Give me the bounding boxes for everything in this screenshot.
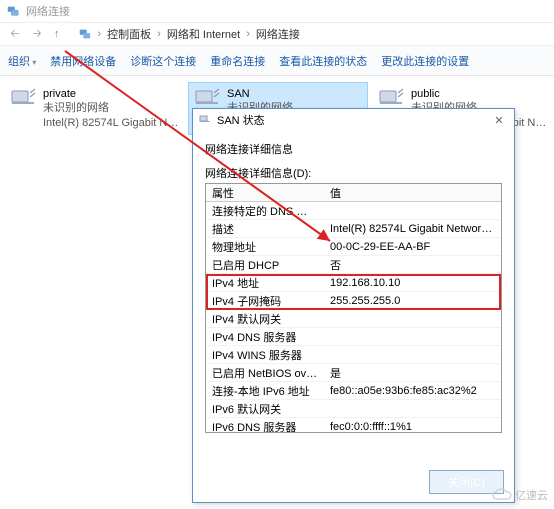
cell-value: 00-0C-29-EE-AA-BF [324,241,501,253]
toolbar: 组织 禁用网络设备 诊断这个连接 重命名连接 查看此连接的状态 更改此连接的设置 [0,46,554,76]
toolbar-rename[interactable]: 重命名连接 [210,53,265,69]
cell-property: 连接特定的 DNS 后缀 [206,203,324,219]
breadcrumb-icon [78,27,92,41]
toolbar-diagnose[interactable]: 诊断这个连接 [130,53,196,69]
details-grid: 属性 值 连接特定的 DNS 后缀描述Intel(R) 82574L Gigab… [205,183,502,433]
table-row[interactable]: 连接-本地 IPv6 地址fe80::a05e:93b6:fe85:ac32%2 [206,382,501,400]
close-icon[interactable]: ✕ [490,111,508,129]
cell-property: IPv6 DNS 服务器 [206,419,324,434]
cell-property: IPv4 地址 [206,275,324,291]
dialog-icon [199,114,211,126]
connection-status: 未识别的网络 [43,101,179,115]
network-icon [6,4,20,18]
watermark: 亿速云 [491,487,548,503]
breadcrumb-sep: › [155,28,163,40]
cell-property: IPv4 DNS 服务器 [206,329,324,345]
table-row[interactable]: IPv4 默认网关 [206,310,501,328]
col-value: 值 [324,185,501,201]
cell-value: fec0:0:0:ffff::1%1 [324,421,501,433]
cell-property: IPv4 子网掩码 [206,293,324,309]
table-row[interactable]: IPv6 默认网关 [206,400,501,418]
table-row[interactable]: 连接特定的 DNS 后缀 [206,202,501,220]
breadcrumb: 🡠 🡢 ↑ › 控制面板 › 网络和 Internet › 网络连接 [0,22,554,46]
toolbar-disable[interactable]: 禁用网络设备 [50,53,116,69]
cell-value: 否 [324,257,501,273]
breadcrumb-seg[interactable]: 网络和 Internet [167,26,240,42]
cell-property: 已启用 NetBIOS over Tcpip [206,365,324,381]
table-row[interactable]: IPv4 地址192.168.10.10 [206,274,501,292]
table-row[interactable]: 物理地址00-0C-29-EE-AA-BF [206,238,501,256]
table-row[interactable]: IPv6 DNS 服务器fec0:0:0:ffff::1%1 [206,418,501,433]
table-row[interactable]: IPv4 WINS 服务器 [206,346,501,364]
breadcrumb-sep: › [244,28,252,40]
col-property: 属性 [206,185,324,201]
dialog-title: SAN 状态 [217,112,265,128]
cell-value: 255.255.255.0 [324,295,501,307]
table-row[interactable]: 已启用 DHCP否 [206,256,501,274]
connection-adapter: Intel(R) 82574L Gigabit Netwo... [43,116,179,130]
table-row[interactable]: IPv4 DNS 服务器 [206,328,501,346]
connection-name: public [411,87,547,101]
toolbar-status[interactable]: 查看此连接的状态 [279,53,367,69]
cell-value: Intel(R) 82574L Gigabit Network Connect [324,223,501,235]
window-title: 网络连接 [26,3,70,19]
dialog-title-bar: SAN 状态 ✕ [193,109,514,131]
dialog-subheading: 网络连接详细信息(D): [205,165,502,181]
cell-value: fe80::a05e:93b6:fe85:ac32%2 [324,385,501,397]
cell-property: IPv6 默认网关 [206,401,324,417]
cell-property: 物理地址 [206,239,324,255]
nav-back-button[interactable]: 🡠 [6,25,24,43]
status-dialog: SAN 状态 ✕ 网络连接详细信息 网络连接详细信息(D): 属性 值 连接特定… [192,108,515,503]
connection-name: SAN [227,87,363,101]
cell-property: 已启用 DHCP [206,257,324,273]
toolbar-change[interactable]: 更改此连接的设置 [381,53,469,69]
grid-header: 属性 值 [206,184,501,202]
connection-item-private[interactable]: private 未识别的网络 Intel(R) 82574L Gigabit N… [4,82,184,135]
cloud-icon [491,488,513,502]
window-title-bar: 网络连接 [0,0,554,22]
dialog-heading: 网络连接详细信息 [205,141,502,157]
cell-property: IPv4 WINS 服务器 [206,347,324,363]
connection-name: private [43,87,179,101]
watermark-text: 亿速云 [515,487,548,503]
adapter-icon [9,87,37,111]
cell-property: 连接-本地 IPv6 地址 [206,383,324,399]
table-row[interactable]: 已启用 NetBIOS over Tcpip是 [206,364,501,382]
table-row[interactable]: 描述Intel(R) 82574L Gigabit Network Connec… [206,220,501,238]
table-row[interactable]: IPv4 子网掩码255.255.255.0 [206,292,501,310]
cell-value: 192.168.10.10 [324,277,501,289]
breadcrumb-seg[interactable]: 控制面板 [107,26,151,42]
breadcrumb-seg[interactable]: 网络连接 [256,26,300,42]
toolbar-organize[interactable]: 组织 [8,53,36,69]
nav-forward-button: 🡢 [28,25,46,43]
cell-property: 描述 [206,221,324,237]
cell-value: 是 [324,365,501,381]
nav-up-button[interactable]: ↑ [50,28,64,40]
breadcrumb-sep: › [96,28,104,40]
cell-property: IPv4 默认网关 [206,311,324,327]
